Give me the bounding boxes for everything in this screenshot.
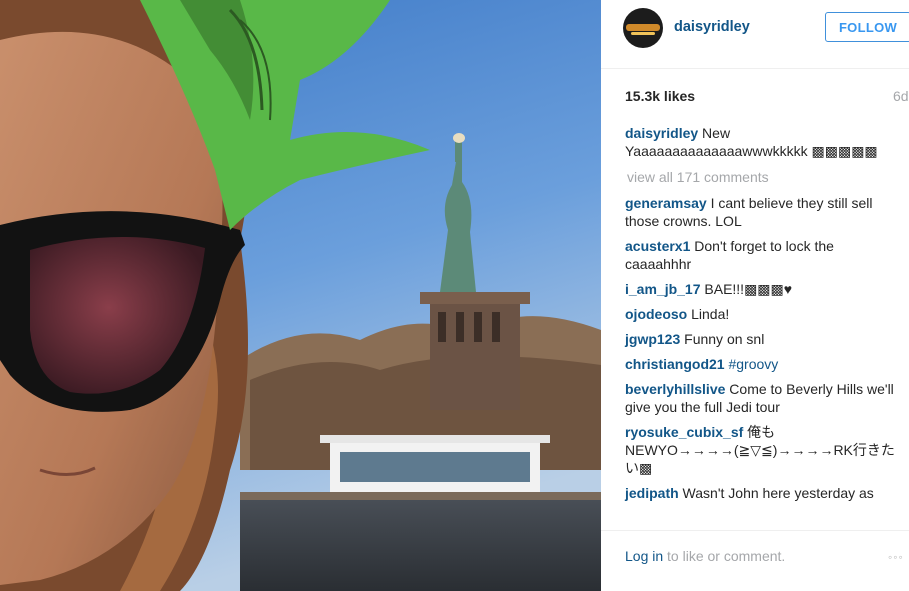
comment-item: i_am_jb_17 BAE!!!▩▩▩♥ bbox=[625, 280, 895, 298]
login-prompt-text: to like or comment. bbox=[663, 548, 786, 564]
comment-item: generamsay I cant believe they still sel… bbox=[625, 194, 895, 230]
post-footer: Log in to like or comment. ◦◦◦ bbox=[601, 530, 909, 591]
comment-item: jgwp123 Funny on snl bbox=[625, 330, 895, 348]
comment-item: ryosuke_cubix_sf 俺も NEWYO→→→→(≧▽≦)→→→→RK… bbox=[625, 423, 895, 477]
post-username[interactable]: daisyridley bbox=[674, 19, 750, 35]
photo-image bbox=[0, 0, 601, 591]
comment-item: acusterx1 Don't forget to lock the caaaa… bbox=[625, 237, 895, 273]
comment-username[interactable]: jedipath bbox=[625, 485, 679, 501]
comment-username[interactable]: generamsay bbox=[625, 195, 707, 211]
login-prompt: Log in to like or comment. bbox=[625, 548, 785, 564]
comment-username[interactable]: ryosuke_cubix_sf bbox=[625, 424, 743, 440]
follow-button[interactable]: FOLLOW bbox=[825, 12, 909, 42]
comment-item: jedipath Wasn't John here yesterday as bbox=[625, 484, 895, 502]
comment-username[interactable]: jgwp123 bbox=[625, 331, 680, 347]
view-all-comments-link[interactable]: view all 171 comments bbox=[627, 168, 895, 186]
comment-text: Linda! bbox=[687, 306, 730, 322]
comment-text: Funny on snl bbox=[680, 331, 765, 347]
comments-list: daisyridley New Yaaaaaaaaaaaaaawwwkkkkk … bbox=[625, 124, 895, 509]
caption-username[interactable]: daisyridley bbox=[625, 125, 698, 141]
comment-hashtag[interactable]: #groovy bbox=[728, 356, 778, 372]
comment-text: BAE!!!▩▩▩♥ bbox=[700, 281, 793, 297]
post-details-panel: daisyridley FOLLOW 15.3k likes 6d daisyr… bbox=[601, 0, 909, 591]
post-caption: daisyridley New Yaaaaaaaaaaaaaawwwkkkkk … bbox=[625, 124, 895, 160]
comment-item: beverlyhillslive Come to Beverly Hills w… bbox=[625, 380, 895, 416]
comment-username[interactable]: beverlyhillslive bbox=[625, 381, 725, 397]
comment-text: Wasn't John here yesterday as bbox=[678, 485, 874, 501]
post-header: daisyridley FOLLOW bbox=[601, 0, 909, 69]
login-link[interactable]: Log in bbox=[625, 548, 663, 564]
likes-count[interactable]: 15.3k likes bbox=[625, 88, 695, 104]
post-age[interactable]: 6d bbox=[893, 88, 909, 104]
post-photo[interactable] bbox=[0, 0, 601, 591]
comment-item: christiangod21 #groovy bbox=[625, 355, 895, 373]
comment-username[interactable]: acusterx1 bbox=[625, 238, 690, 254]
comment-username[interactable]: i_am_jb_17 bbox=[625, 281, 701, 297]
avatar[interactable] bbox=[623, 8, 663, 48]
more-options-icon[interactable]: ◦◦◦ bbox=[888, 550, 904, 564]
comment-username[interactable]: christiangod21 bbox=[625, 356, 725, 372]
comment-item: ojodeoso Linda! bbox=[625, 305, 895, 323]
comment-username[interactable]: ojodeoso bbox=[625, 306, 687, 322]
